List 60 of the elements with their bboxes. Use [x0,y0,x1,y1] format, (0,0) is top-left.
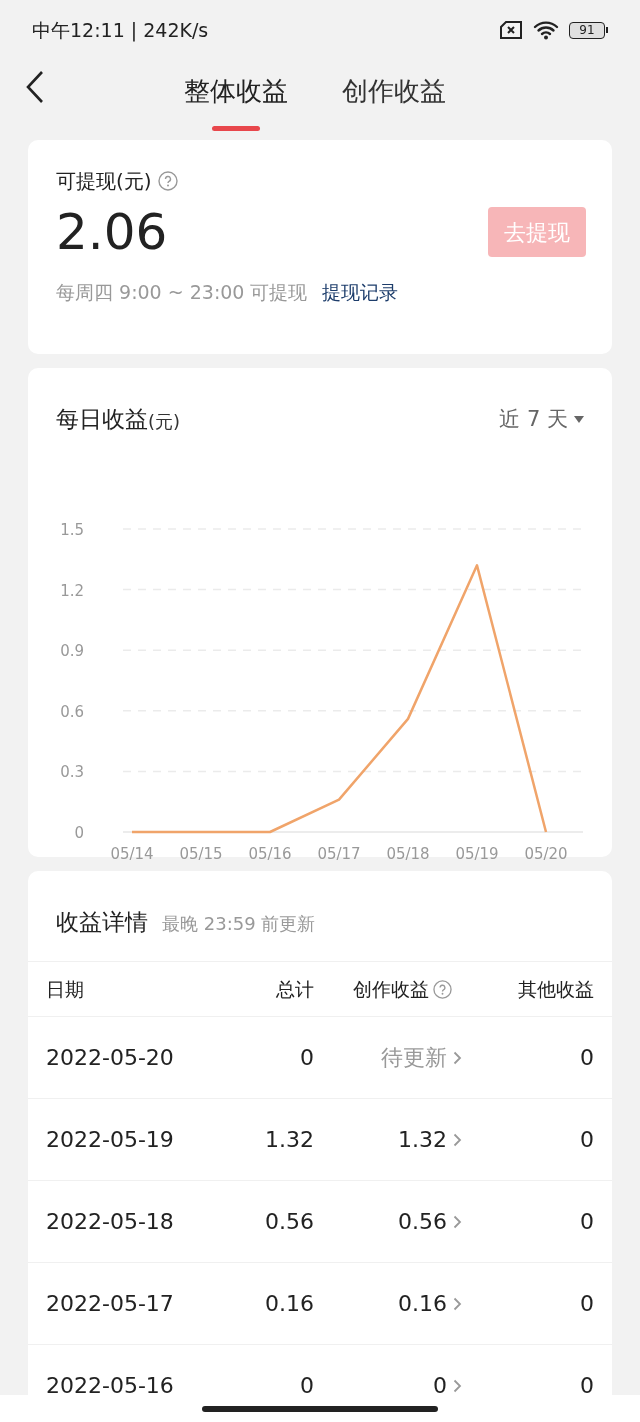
battery-indicator: 91 [569,21,608,39]
creation-link[interactable]: 1.32 [398,1123,447,1156]
tab[interactable]: 创作收益 [342,71,446,131]
sim-card-icon [499,21,523,39]
creation-link[interactable]: 0.16 [398,1287,447,1320]
date-cell-text: 2022-05-16 [46,1372,175,1395]
balance-amount: 2.06 [56,202,168,262]
help-icon[interactable] [433,979,452,999]
withdraw-history-link[interactable]: 提现记录 [321,278,398,307]
details-title: 收益详情 [56,908,148,937]
column-header: 其他收益 [518,977,594,1000]
total-cell-text: 0 [299,1044,314,1072]
x-tick-label: 05/19 [455,844,499,863]
column-header: 总计 [276,977,314,1000]
x-tick-label: 05/18 [386,844,430,863]
total-cell-text: 0 [299,1372,314,1395]
y-tick-label: 1.5 [60,520,84,539]
chevron-icon [453,1296,462,1311]
caret-icon [574,415,584,423]
y-tick-label: 1.2 [60,581,84,600]
x-tick-label: 05/15 [179,844,223,863]
y-tick-label: 0.9 [60,641,84,660]
total-cell-text: 0.56 [264,1208,314,1236]
chevron-icon [453,1378,462,1393]
other-cell-text: 0 [579,1372,594,1395]
chevron-icon [453,1214,462,1229]
chevron-icon [453,1132,462,1147]
y-tick-label: 0 [74,823,84,842]
wifi-icon [533,20,559,40]
y-tick-label: 0.3 [60,762,84,781]
date-cell-text: 2022-05-18 [46,1208,175,1236]
withdraw-schedule: 每周四 9:00 ~ 23:00 可提现 [56,280,308,305]
date-cell-text: 2022-05-17 [46,1290,175,1318]
creation-link[interactable]: 0 [433,1369,447,1395]
y-tick-label: 0.6 [60,702,84,721]
x-tick-label: 05/16 [248,844,292,863]
range-dropdown[interactable]: 近 7 天 [499,403,584,435]
other-cell-text: 0 [579,1290,594,1318]
total-cell-text: 0.16 [264,1290,314,1318]
other-cell-text: 0 [579,1126,594,1154]
x-tick-label: 05/14 [110,844,154,863]
help-icon[interactable] [157,171,178,191]
total-cell-text: 1.32 [264,1126,314,1154]
column-header: 创作收益 [353,976,429,1002]
other-cell-text: 0 [579,1044,594,1072]
chart-title: 每日收益 [56,405,148,434]
x-tick-label: 05/20 [524,844,568,863]
back-icon[interactable] [25,70,45,104]
other-cell-text: 0 [579,1208,594,1236]
update-note: 最晚 23:59 前更新 [162,912,316,936]
date-cell-text: 2022-05-20 [46,1044,175,1072]
creation-link[interactable]: 0.56 [398,1205,447,1238]
column-header: 日期 [46,977,84,1000]
status-time: 中午12:11 | 242K/s [32,17,209,44]
date-cell-text: 2022-05-19 [46,1126,175,1154]
x-tick-label: 05/17 [317,844,361,863]
tab[interactable]: 整体收益 [184,71,288,131]
chart-unit: (元) [148,409,181,434]
balance-label: 可提现(元) [56,168,152,195]
chevron-icon [453,1050,462,1065]
